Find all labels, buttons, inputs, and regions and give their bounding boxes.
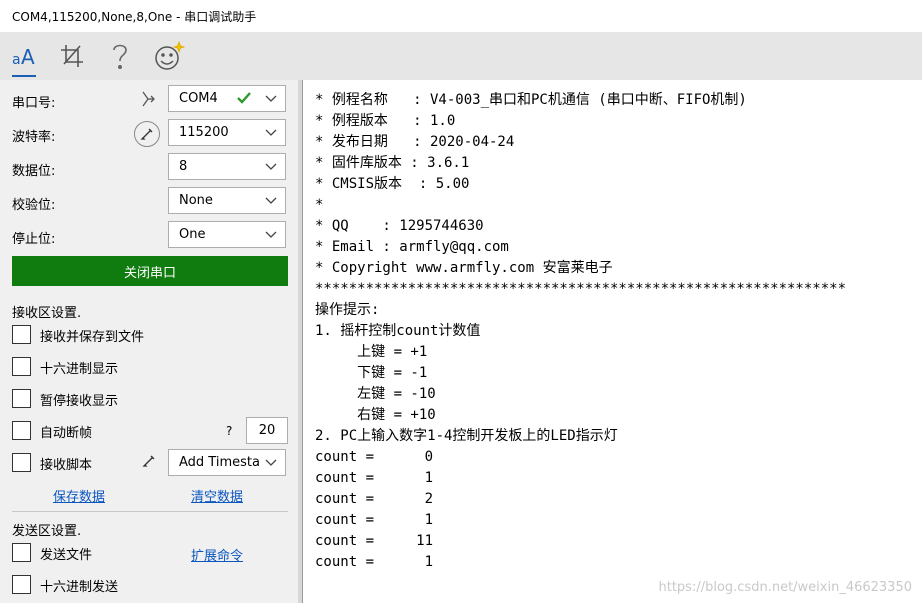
send-file-checkbox[interactable] <box>12 543 31 562</box>
send-settings-title: 发送区设置. <box>12 524 82 539</box>
receive-settings-title: 接收区设置. <box>12 306 82 321</box>
port-label: 串口号: <box>12 96 56 111</box>
baud-value: 115200 <box>179 125 229 140</box>
section-divider <box>12 511 288 512</box>
port-value: COM4 <box>179 91 218 106</box>
parity-label: 校验位: <box>12 198 56 213</box>
pause-display-label: 暂停接收显示 <box>40 394 119 409</box>
svg-text:A: A <box>21 45 35 68</box>
receive-text: * 例程名称 : V4-003_串口和PC机通信 (串口中断、FIFO机制) *… <box>315 92 847 570</box>
font-icon[interactable]: aA <box>4 36 44 76</box>
chevron-down-icon <box>265 228 277 244</box>
hex-display-checkbox[interactable] <box>12 357 31 376</box>
script-select[interactable]: Add Timesta <box>168 449 286 476</box>
title-bar: COM4,115200,None,8,One - 串口调试助手 <box>0 0 922 32</box>
script-value: Add Timesta <box>179 455 260 470</box>
pause-display-checkbox[interactable] <box>12 389 31 408</box>
settings-panel: 串口号: COM4 波特率: 115200 数据位: 8 校验位: None 停… <box>0 80 298 603</box>
toolbar: aA <box>0 32 922 80</box>
auto-frame-checkbox[interactable] <box>12 421 31 440</box>
hex-send-label: 十六进制发送 <box>40 580 119 595</box>
stopbits-label: 停止位: <box>12 232 56 247</box>
receive-script-label: 接收脚本 <box>40 458 93 473</box>
auto-frame-label: 自动断帧 <box>40 426 93 441</box>
stopbits-select[interactable]: One <box>168 221 286 248</box>
databits-label: 数据位: <box>12 164 56 179</box>
databits-select[interactable]: 8 <box>168 153 286 180</box>
toolbar-selection-indicator <box>12 75 36 77</box>
chevron-down-icon <box>265 194 277 210</box>
check-icon <box>237 91 251 109</box>
port-select[interactable]: COM4 <box>168 85 286 112</box>
help-icon[interactable] <box>100 36 140 76</box>
stopbits-value: One <box>179 227 206 242</box>
save-data-link[interactable]: 保存数据 <box>53 486 105 505</box>
frame-timeout-input[interactable]: 20 <box>246 417 288 444</box>
databits-value: 8 <box>179 159 188 174</box>
script-edit-icon[interactable] <box>142 454 156 472</box>
smiley-icon[interactable] <box>148 36 188 76</box>
send-file-label: 发送文件 <box>40 548 93 563</box>
pen-icon[interactable] <box>134 121 160 147</box>
frame-timeout-value: 20 <box>258 423 276 438</box>
chevron-down-icon <box>265 92 277 108</box>
port-scan-icon[interactable] <box>140 90 156 112</box>
baud-select[interactable]: 115200 <box>168 119 286 146</box>
window-title: COM4,115200,None,8,One - 串口调试助手 <box>12 10 257 24</box>
save-to-file-checkbox[interactable] <box>12 325 31 344</box>
chevron-down-icon <box>265 160 277 176</box>
clear-data-link[interactable]: 清空数据 <box>191 486 243 505</box>
receive-area[interactable]: * 例程名称 : V4-003_串口和PC机通信 (串口中断、FIFO机制) *… <box>302 80 922 603</box>
save-to-file-label: 接收并保存到文件 <box>40 330 145 345</box>
hex-send-checkbox[interactable] <box>12 575 31 594</box>
close-port-button[interactable]: 关闭串口 <box>12 256 288 286</box>
extend-command-link[interactable]: 扩展命令 <box>191 545 243 564</box>
hex-display-label: 十六进制显示 <box>40 362 119 377</box>
svg-text:a: a <box>12 52 21 68</box>
chevron-down-icon <box>265 456 277 472</box>
parity-value: None <box>179 193 213 208</box>
baud-label: 波特率: <box>12 130 56 145</box>
chevron-down-icon <box>265 126 277 142</box>
parity-select[interactable]: None <box>168 187 286 214</box>
crop-icon[interactable] <box>52 36 92 76</box>
watermark: https://blog.csdn.net/weixin_46623350 <box>658 580 912 595</box>
help-mark[interactable]: ? <box>226 424 232 438</box>
receive-script-checkbox[interactable] <box>12 453 31 472</box>
